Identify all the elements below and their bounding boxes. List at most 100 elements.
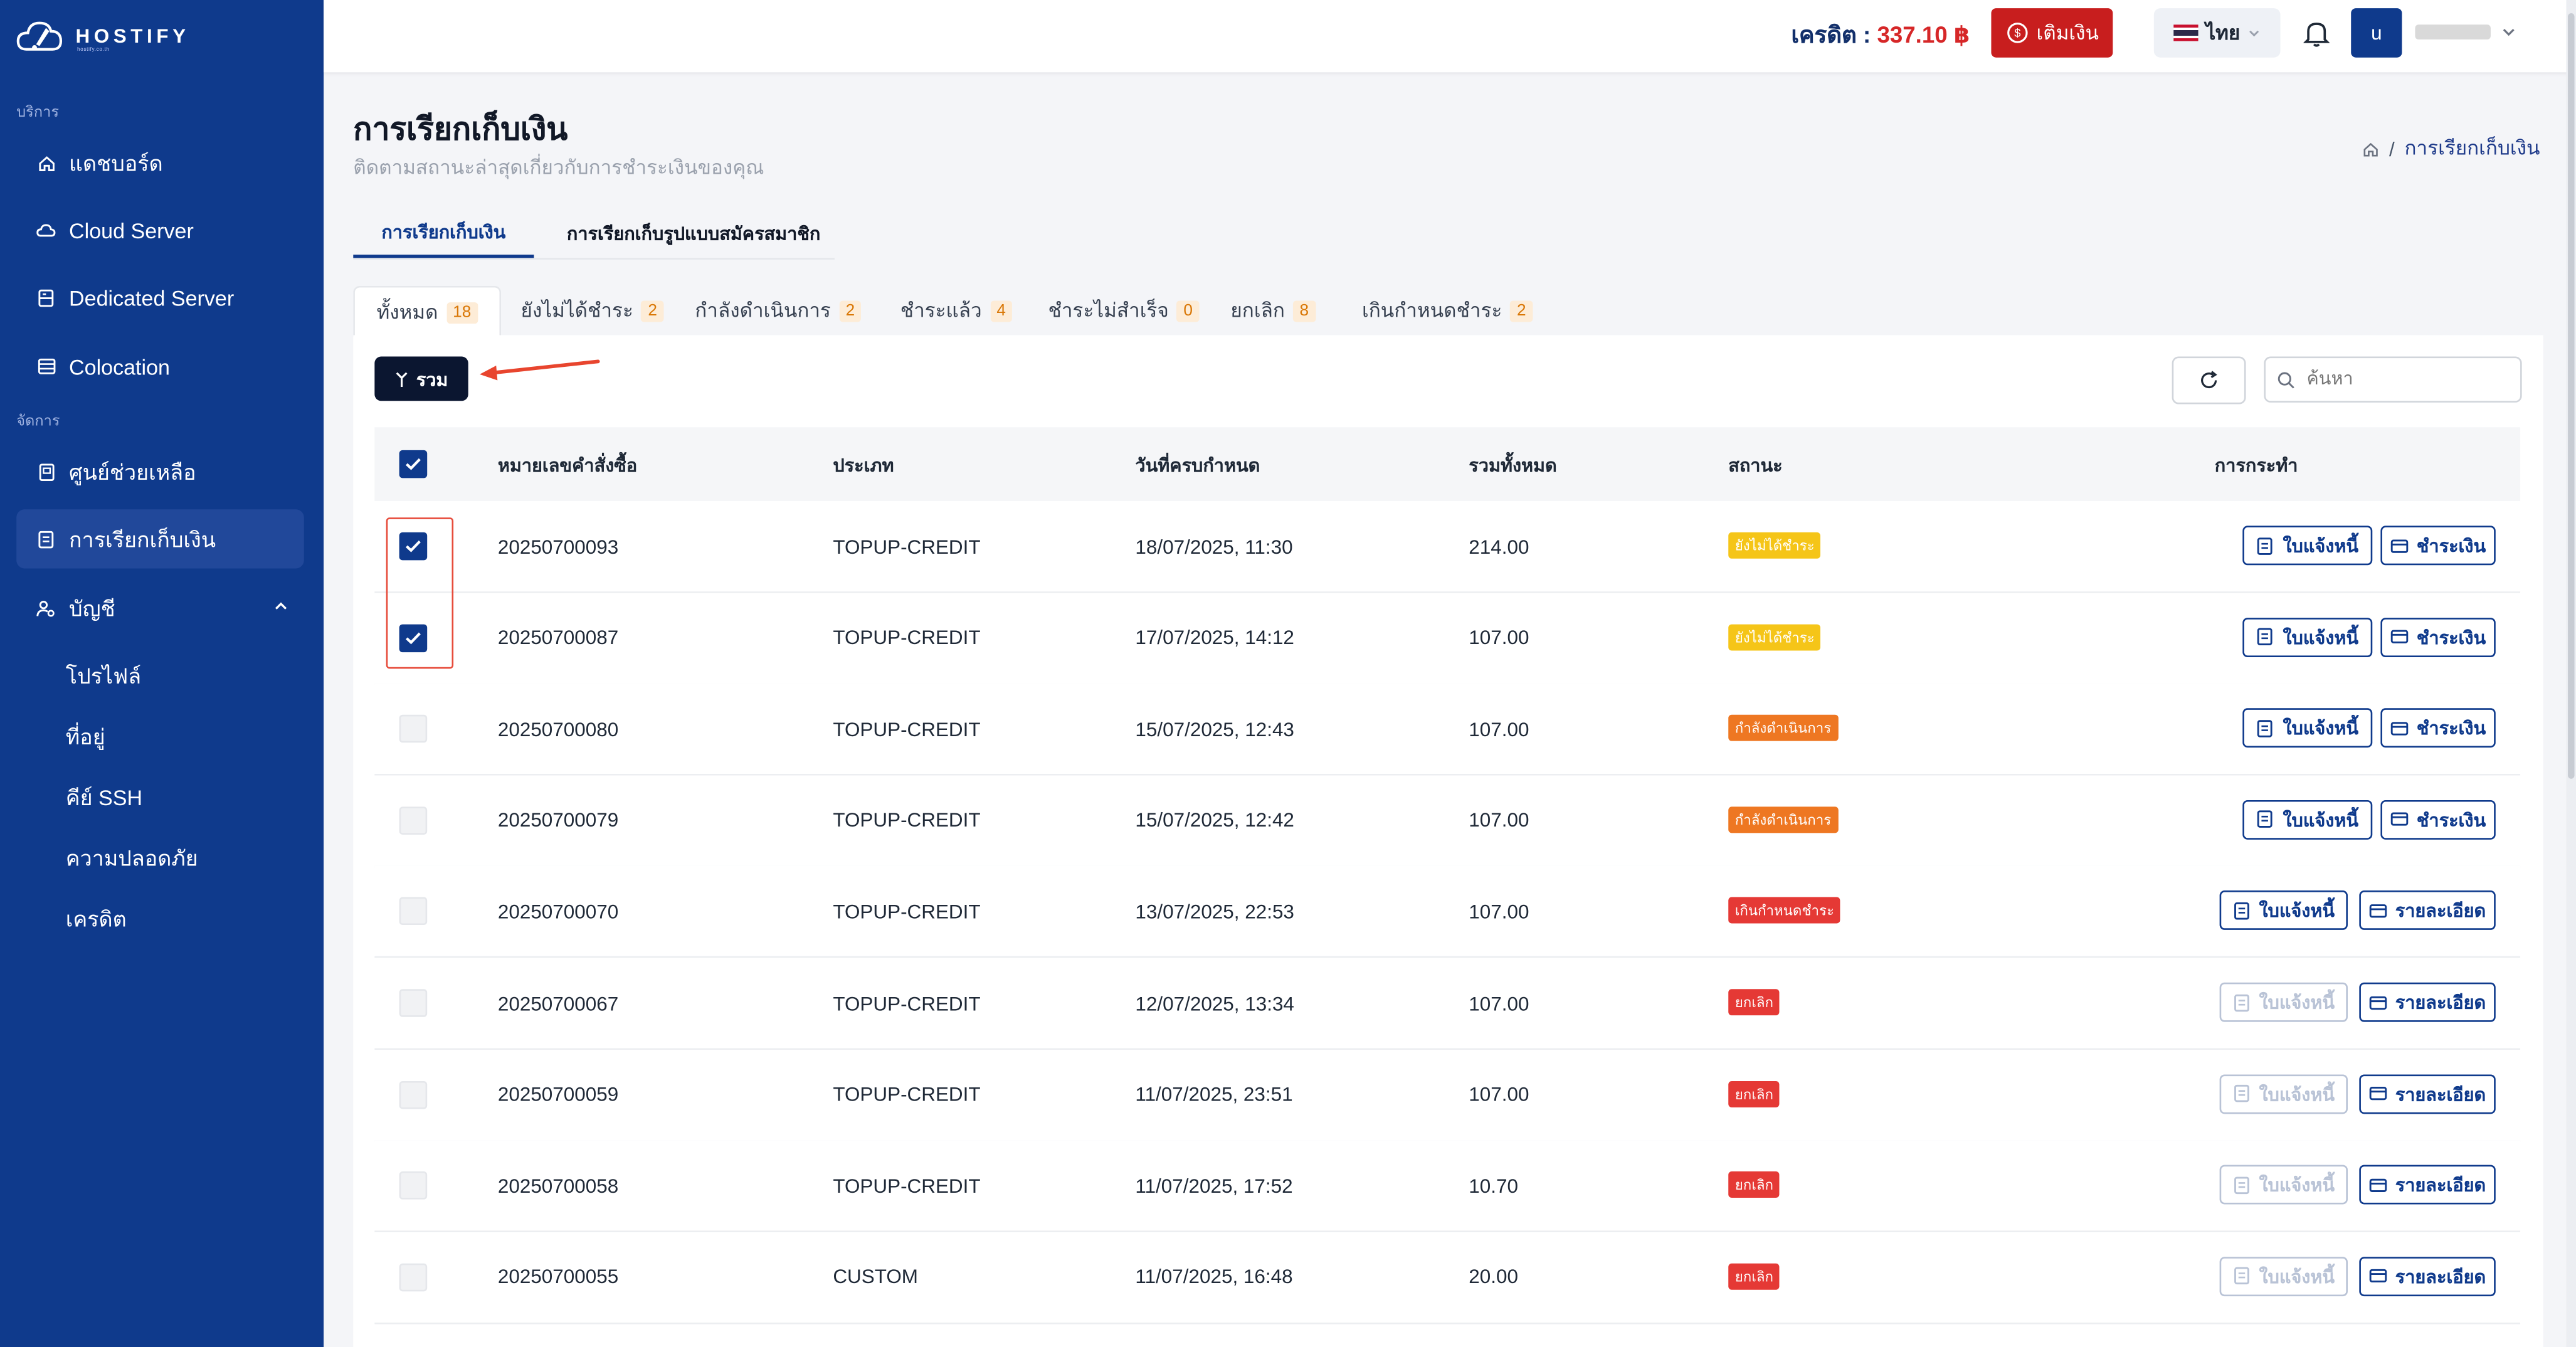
order-total: 107.00 [1469, 991, 1529, 1015]
tab-status-cancelled[interactable]: ยกเลิก 8 [1230, 286, 1316, 335]
home-icon[interactable] [2363, 140, 2379, 157]
pay-button[interactable]: ชำระเงิน [2380, 617, 2496, 657]
sidebar-item-billing[interactable]: การเรียกเก็บเงิน [16, 509, 304, 569]
sidebar-subitem-credit[interactable]: เครดิต [66, 902, 127, 936]
help-center-icon [34, 460, 58, 483]
sidebar-item-label: ศูนย์ช่วยเหลือ [69, 459, 196, 484]
sidebar-subitem-security[interactable]: ความปลอดภัย [66, 841, 198, 875]
tab-status-processing[interactable]: กำลังดำเนินการ 2 [695, 286, 862, 335]
pay-button[interactable]: ชำระเงิน [2380, 708, 2496, 748]
details-button[interactable]: รายละเอียด [2359, 982, 2496, 1022]
card-icon [2390, 721, 2409, 735]
notification-bell-icon[interactable] [2303, 18, 2330, 48]
invoice-icon [2258, 537, 2273, 554]
sidebar-subitem-address[interactable]: ที่อยู่ [66, 720, 105, 754]
table-row[interactable]: 20250700058 TOPUP-CREDIT 11/07/2025, 17:52… [374, 1140, 2521, 1233]
order-number: 20250700079 [497, 808, 619, 832]
select-all-checkbox[interactable] [399, 450, 428, 478]
tab-count-badge: 18 [446, 301, 478, 323]
pay-button[interactable]: ชำระเงิน [2380, 526, 2496, 566]
search-box[interactable] [2264, 356, 2522, 403]
order-number: 20250700093 [497, 534, 619, 558]
table-row[interactable]: 20250700067 TOPUP-CREDIT 12/07/2025, 13:34… [374, 958, 2521, 1050]
sidebar-item-dashboard[interactable]: แดชบอร์ด [16, 133, 304, 192]
tab-count-badge: 2 [641, 300, 664, 322]
row-checkbox[interactable] [399, 1080, 428, 1109]
sidebar-item-cloud-server[interactable]: Cloud Server [16, 201, 304, 260]
table-row[interactable]: 20250700059 TOPUP-CREDIT 11/07/2025, 23:51… [374, 1049, 2521, 1141]
tab-status-unpaid[interactable]: ยังไม่ได้ชำระ 2 [521, 286, 664, 335]
column-header-status[interactable]: สถานะ [1728, 427, 1782, 501]
invoice-button[interactable]: ใบแจ้งหนี้ [2242, 800, 2373, 840]
tab-status-paid[interactable]: ชำระแล้ว 4 [900, 286, 1013, 335]
table-row[interactable]: 20250700055 CUSTOM 11/07/2025, 16:48 20.00 ย… [374, 1232, 2521, 1324]
tab-label: กำลังดำเนินการ [695, 298, 831, 322]
details-button[interactable]: รายละเอียด [2359, 1165, 2496, 1205]
table-row[interactable]: 20250700080 TOPUP-CREDIT 15/07/2025, 12:43… [374, 684, 2521, 776]
row-checkbox[interactable] [399, 989, 428, 1017]
row-checkbox[interactable] [399, 1263, 428, 1291]
order-total: 20.00 [1469, 1265, 1518, 1289]
order-number: 20250700080 [497, 717, 619, 741]
tab-count-badge: 2 [839, 300, 862, 322]
row-checkbox[interactable] [399, 806, 428, 835]
row-checkbox[interactable] [399, 897, 428, 926]
column-header-type[interactable]: ประเภท [833, 427, 894, 501]
brand-logo[interactable]: HOSTIFY hostify.co.th [16, 13, 189, 59]
merge-icon [396, 371, 408, 386]
table-row[interactable]: 20250700079 TOPUP-CREDIT 15/07/2025, 12:42… [374, 775, 2521, 867]
refresh-button[interactable] [2172, 356, 2246, 404]
sidebar-item-colocation[interactable]: Colocation [16, 337, 304, 396]
table-row[interactable]: 20250700093 TOPUP-CREDIT 18/07/2025, 11:30… [374, 501, 2521, 593]
details-button[interactable]: รายละเอียด [2359, 891, 2496, 931]
table-row[interactable]: 20250700070 TOPUP-CREDIT 13/07/2025, 22:53… [374, 866, 2521, 959]
language-selector[interactable]: ไทย [2153, 8, 2281, 58]
chevron-down-icon[interactable] [2501, 23, 2517, 40]
sidebar-item-account[interactable]: บัญชี [16, 578, 304, 637]
card-icon [2369, 1178, 2387, 1192]
invoice-button[interactable]: ใบแจ้งหนี้ [2219, 891, 2348, 931]
row-checkbox[interactable] [399, 715, 428, 743]
invoice-button[interactable]: ใบแจ้งหนี้ [2242, 617, 2373, 657]
column-header-due-date[interactable]: วันที่ครบกำหนด [1135, 427, 1260, 501]
merge-button[interactable]: รวม [374, 356, 468, 401]
invoice-icon [2234, 1176, 2249, 1194]
chevron-up-icon [275, 602, 287, 610]
tab-billing[interactable]: การเรียกเก็บเงิน [353, 207, 534, 258]
tab-count-badge: 2 [1510, 300, 1533, 322]
column-header-order-number[interactable]: หมายเลขคำสั่งซื้อ [498, 427, 637, 501]
column-header-total[interactable]: รวมทั้งหมด [1469, 427, 1556, 501]
sidebar-item-dedicated-server[interactable]: Dedicated Server [16, 268, 304, 327]
invoice-label: ใบแจ้งหนี้ [2283, 537, 2359, 557]
tab-status-overdue[interactable]: เกินกำหนดชำระ 2 [1362, 286, 1533, 335]
tab-status-failed[interactable]: ชำระไม่สำเร็จ 0 [1048, 286, 1200, 335]
invoice-button[interactable]: ใบแจ้งหนี้ [2242, 708, 2373, 748]
search-input[interactable] [2303, 367, 2508, 391]
merge-label: รวม [416, 370, 448, 391]
sidebar-item-help-center[interactable]: ศูนย์ช่วยเหลือ [16, 442, 304, 501]
details-button[interactable]: รายละเอียด [2359, 1256, 2496, 1296]
invoice-button[interactable]: ใบแจ้งหนี้ [2242, 526, 2373, 566]
invoice-icon [2258, 628, 2273, 646]
order-number: 20250700067 [497, 991, 619, 1015]
order-number: 20250700058 [497, 1174, 619, 1198]
page-scrollbar-thumb[interactable] [2568, 13, 2575, 779]
action-label: ชำระเงิน [2416, 628, 2486, 648]
sidebar-subitem-ssh-keys[interactable]: คีย์ SSH [66, 781, 142, 815]
pay-button[interactable]: ชำระเงิน [2380, 800, 2496, 840]
due-date: 12/07/2025, 13:34 [1135, 991, 1294, 1015]
user-avatar[interactable]: u [2351, 8, 2402, 58]
brand-name: HOSTIFY [75, 24, 190, 48]
tab-subscription-billing[interactable]: การเรียกเก็บรูปแบบสมัครสมาชิก [567, 207, 820, 258]
tab-status-all[interactable]: ทั้งหมด 18 [353, 285, 502, 337]
topup-button[interactable]: $ เติมเงิน [1991, 8, 2113, 58]
card-icon [2369, 1269, 2387, 1283]
sidebar-subitem-profile[interactable]: โปรไฟล์ [66, 659, 141, 694]
username-redacted[interactable] [2415, 24, 2491, 40]
action-label: รายละเอียด [2395, 1176, 2486, 1196]
details-button[interactable]: รายละเอียด [2359, 1074, 2496, 1114]
action-label: รายละเอียด [2395, 1268, 2486, 1288]
row-checkbox[interactable] [399, 1171, 428, 1200]
table-row[interactable]: 20250700087 TOPUP-CREDIT 17/07/2025, 14:12… [374, 592, 2521, 685]
invoice-label: ใบแจ้งหนี้ [2259, 994, 2335, 1014]
